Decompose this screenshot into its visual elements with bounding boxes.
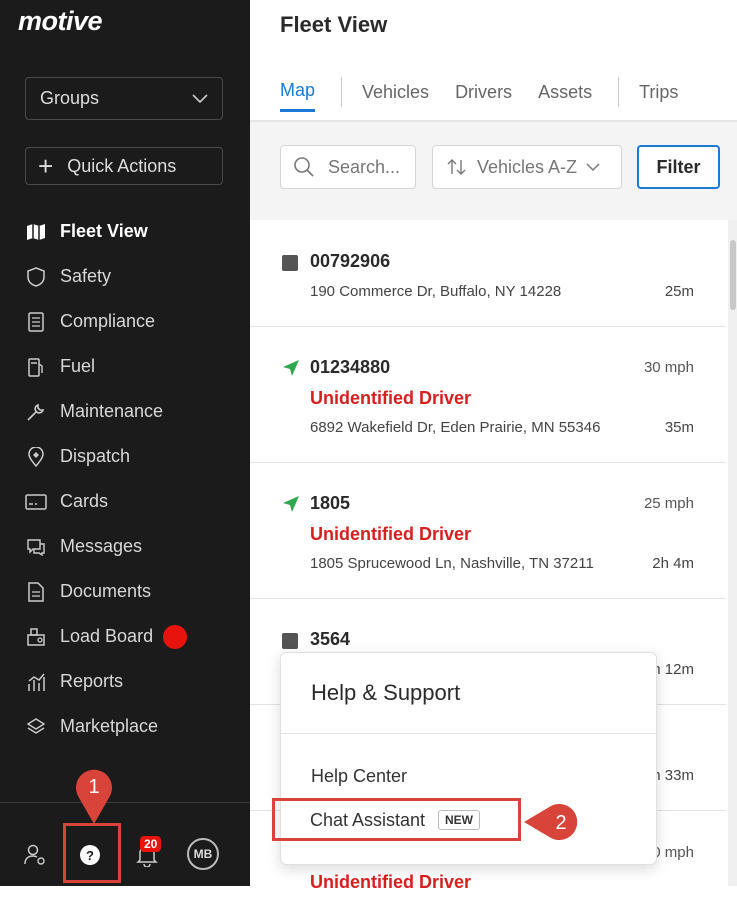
sidebar-item-documents[interactable]: Documents: [0, 569, 250, 614]
list-item[interactable]: 1805 25 mph Unidentified Driver 1805 Spr…: [250, 463, 726, 599]
popup-divider: [281, 733, 656, 734]
plus-icon: +: [38, 151, 54, 181]
sidebar-item-reports[interactable]: Reports: [0, 659, 250, 704]
sort-label: Vehicles A-Z: [477, 156, 578, 177]
sidebar: motive Groups + Quick Actions Fleet View…: [0, 0, 250, 886]
sidebar-item-fuel[interactable]: Fuel: [0, 344, 250, 389]
search-icon: [294, 157, 314, 177]
sidebar-item-maintenance[interactable]: Maintenance: [0, 389, 250, 434]
document-list-icon: [25, 311, 47, 333]
tab-vehicles[interactable]: Vehicles: [362, 82, 429, 111]
load-board-alert-dot: [163, 624, 188, 649]
file-icon: [25, 581, 47, 603]
motive-logo[interactable]: motive: [18, 6, 103, 37]
annotation-marker-1: 1: [76, 769, 112, 824]
search-placeholder: Search...: [328, 156, 401, 177]
sidebar-item-compliance[interactable]: Compliance: [0, 299, 250, 344]
chat-icon: [25, 536, 47, 558]
scrollbar-thumb[interactable]: [730, 240, 736, 310]
moving-arrow-icon: [283, 496, 299, 512]
map-icon: [25, 221, 47, 243]
tab-trips[interactable]: Trips: [639, 82, 678, 111]
notification-badge: 20: [140, 836, 162, 852]
help-icon[interactable]: ?: [80, 845, 100, 865]
sidebar-nav: Fleet View Safety Compliance Fuel Mainte…: [0, 209, 250, 749]
sidebar-item-safety[interactable]: Safety: [0, 254, 250, 299]
stopped-square-icon: [282, 255, 298, 271]
groups-dropdown[interactable]: Groups: [25, 77, 223, 120]
sort-dropdown[interactable]: Vehicles A-Z: [432, 145, 622, 189]
filter-button[interactable]: Filter: [637, 145, 720, 189]
scrollbar-track[interactable]: [728, 220, 737, 886]
card-icon: [25, 491, 47, 513]
chart-icon: [25, 671, 47, 693]
sidebar-item-dispatch[interactable]: Dispatch: [0, 434, 250, 479]
wrench-icon: [25, 401, 47, 423]
list-item[interactable]: 00792906 190 Commerce Dr, Buffalo, NY 14…: [250, 220, 726, 327]
avatar[interactable]: MB: [187, 838, 219, 870]
sort-arrows-icon: [447, 159, 466, 175]
annotation-marker-1-label: 1: [88, 776, 99, 798]
user-settings-icon[interactable]: [24, 844, 46, 866]
help-center-link[interactable]: Help Center: [311, 766, 407, 787]
fuel-pump-icon: [25, 356, 47, 378]
chat-assistant-link[interactable]: Chat Assistant: [310, 810, 425, 831]
dispatch-pin-icon: [25, 446, 47, 468]
sidebar-item-marketplace[interactable]: Marketplace: [0, 704, 250, 749]
annotation-marker-2-label: 2: [555, 812, 566, 834]
list-item[interactable]: 01234880 30 mph Unidentified Driver 6892…: [250, 327, 726, 463]
moving-arrow-icon: [283, 360, 299, 376]
page-title: Fleet View: [280, 12, 388, 37]
tab-map[interactable]: Map: [280, 80, 316, 112]
tab-assets[interactable]: Assets: [538, 82, 592, 111]
quick-actions-button[interactable]: + Quick Actions: [25, 147, 223, 185]
shield-icon: [25, 266, 47, 288]
groups-label: Groups: [40, 88, 100, 108]
sidebar-item-load-board[interactable]: Load Board: [0, 614, 250, 659]
search-input[interactable]: Search...: [280, 145, 416, 189]
sidebar-item-cards[interactable]: Cards: [0, 479, 250, 524]
tab-drivers[interactable]: Drivers: [455, 82, 512, 111]
sidebar-item-messages[interactable]: Messages: [0, 524, 250, 569]
tab-separator: [341, 77, 343, 107]
chevron-down-icon: [586, 162, 600, 171]
popup-title: Help & Support: [311, 680, 461, 705]
layers-icon: [25, 716, 47, 738]
quick-actions-label: Quick Actions: [67, 155, 177, 176]
chevron-down-icon: [192, 93, 208, 103]
annotation-marker-2: 2: [524, 804, 578, 840]
stopped-square-icon: [282, 633, 298, 649]
tab-bar: Map Vehicles Drivers Assets Trips: [280, 77, 704, 112]
tab-separator: [618, 77, 620, 107]
list-toolbar: Search... Vehicles A-Z Filter: [250, 122, 737, 220]
sidebar-item-fleet-view[interactable]: Fleet View: [0, 209, 250, 254]
load-board-icon: [25, 626, 47, 648]
new-badge: NEW: [438, 810, 480, 830]
